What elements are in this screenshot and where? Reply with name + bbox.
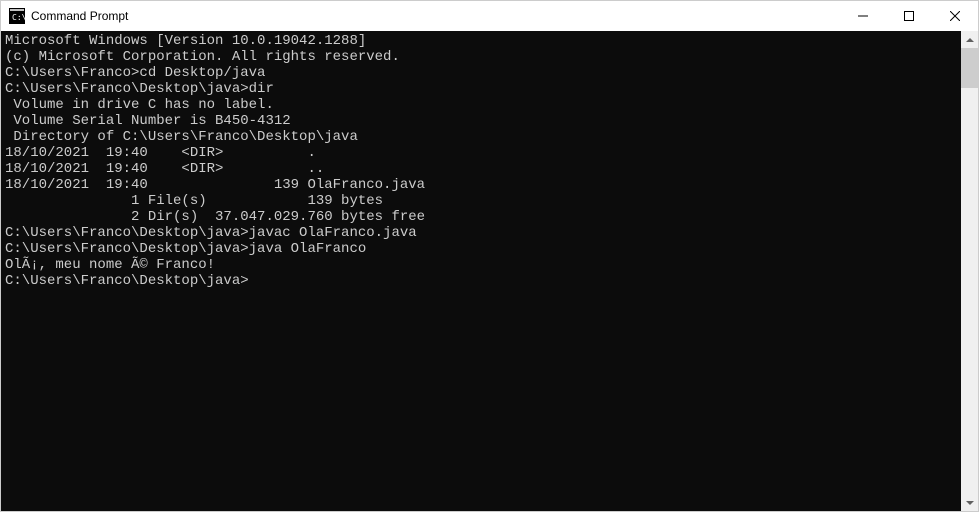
window-controls [840,1,978,31]
scrollbar-track[interactable] [961,48,978,494]
terminal-line: C:\Users\Franco>cd Desktop/java [5,65,957,81]
scrollbar-down-arrow[interactable] [961,494,978,511]
terminal-line: C:\Users\Franco\Desktop\java>javac OlaFr… [5,225,957,241]
window-title: Command Prompt [31,9,840,23]
terminal-line: Microsoft Windows [Version 10.0.19042.12… [5,33,957,49]
vertical-scrollbar[interactable] [961,31,978,511]
svg-text:C:\: C:\ [12,13,25,22]
scrollbar-thumb[interactable] [961,48,978,88]
terminal-line: OlÃ¡, meu nome Ã© Franco! [5,257,957,273]
app-icon: C:\ [9,8,25,24]
terminal-line: 18/10/2021 19:40 <DIR> . [5,145,957,161]
minimize-button[interactable] [840,1,886,31]
terminal-line: C:\Users\Franco\Desktop\java>java OlaFra… [5,241,957,257]
maximize-button[interactable] [886,1,932,31]
terminal-line: 18/10/2021 19:40 <DIR> .. [5,161,957,177]
terminal-line: Directory of C:\Users\Franco\Desktop\jav… [5,129,957,145]
command-prompt-window: C:\ Command Prompt Microsoft Windows [Ve… [0,0,979,512]
close-button[interactable] [932,1,978,31]
terminal-output[interactable]: Microsoft Windows [Version 10.0.19042.12… [1,31,961,511]
titlebar[interactable]: C:\ Command Prompt [1,1,978,31]
terminal-line: (c) Microsoft Corporation. All rights re… [5,49,957,65]
terminal-line: 1 File(s) 139 bytes [5,193,957,209]
terminal-line: C:\Users\Franco\Desktop\java> [5,273,957,289]
scrollbar-up-arrow[interactable] [961,31,978,48]
terminal-line: 2 Dir(s) 37.047.029.760 bytes free [5,209,957,225]
terminal-area: Microsoft Windows [Version 10.0.19042.12… [1,31,978,511]
terminal-line: 18/10/2021 19:40 139 OlaFranco.java [5,177,957,193]
terminal-line: Volume Serial Number is B450-4312 [5,113,957,129]
terminal-line: Volume in drive C has no label. [5,97,957,113]
terminal-line: C:\Users\Franco\Desktop\java>dir [5,81,957,97]
